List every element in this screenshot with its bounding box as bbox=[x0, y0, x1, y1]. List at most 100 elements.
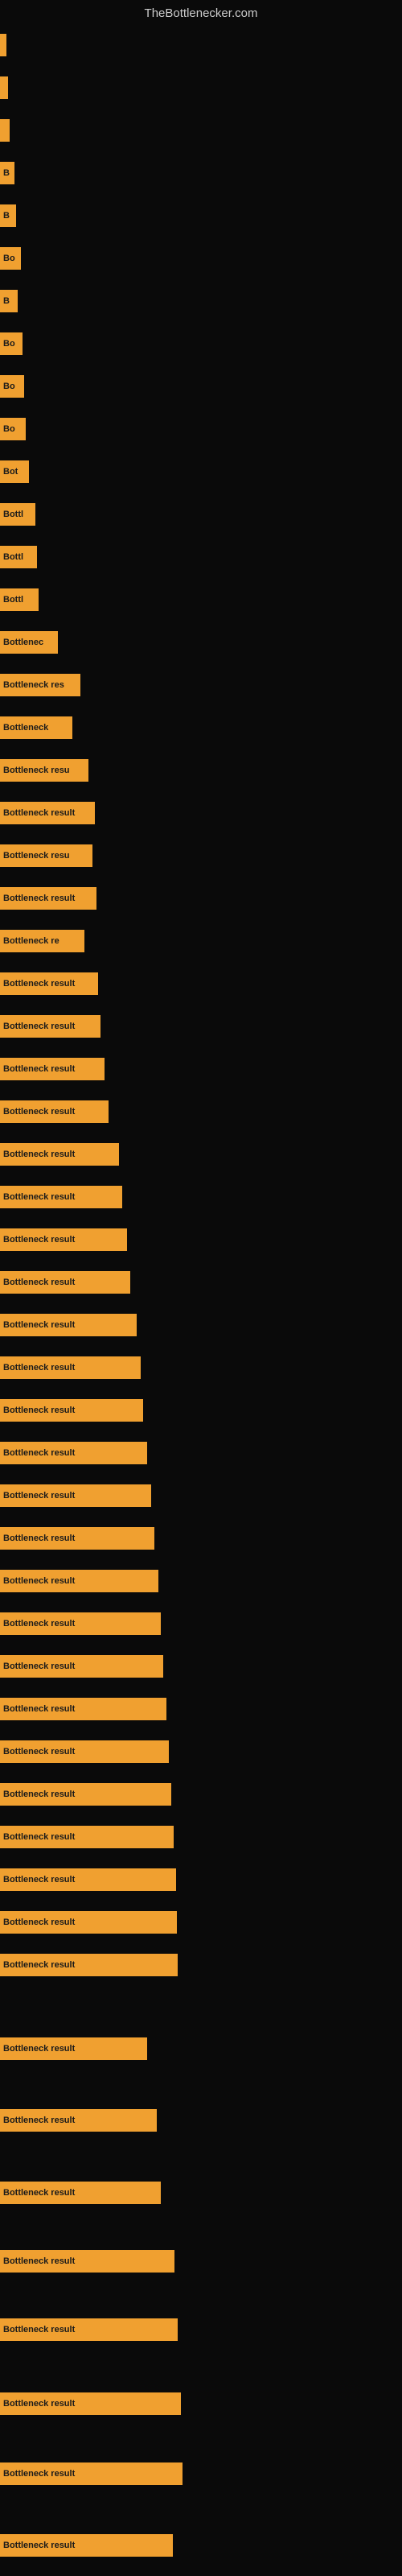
bar-label: B bbox=[3, 211, 10, 221]
bar-label: B bbox=[3, 296, 10, 306]
bar-item: Bottleneck result bbox=[0, 1356, 141, 1379]
bar-label: Bottleneck result bbox=[3, 1534, 75, 1543]
bar-label: Bottleneck result bbox=[3, 1662, 75, 1671]
bar-item: Bottleneck result bbox=[0, 2318, 178, 2341]
bar-item: Bottl bbox=[0, 503, 35, 526]
bar-label: Bo bbox=[3, 424, 15, 434]
bar-item: Bot bbox=[0, 460, 29, 483]
bar-item bbox=[0, 34, 6, 56]
bar-item: Bottleneck result bbox=[0, 1911, 177, 1934]
bar-item: Bottleneck result bbox=[0, 1314, 137, 1336]
bar-label: Bottleneck resu bbox=[3, 851, 70, 861]
bar-item: B bbox=[0, 204, 16, 227]
bar-item: Bottleneck result bbox=[0, 2462, 183, 2485]
bar-label: Bottleneck result bbox=[3, 1192, 75, 1202]
bar-item: Bottleneck result bbox=[0, 1954, 178, 1976]
bar-item: Bottleneck result bbox=[0, 1015, 100, 1038]
bar-item: Bottleneck result bbox=[0, 1868, 176, 1891]
bar-label: Bottlenec bbox=[3, 638, 43, 647]
bar-label: Bottleneck result bbox=[3, 894, 75, 903]
bar-label: Bo bbox=[3, 254, 15, 263]
bar-item: Bottleneck result bbox=[0, 1484, 151, 1507]
bar-label: Bottleneck result bbox=[3, 1704, 75, 1714]
bar-item: Bottl bbox=[0, 546, 37, 568]
bar-label: Bo bbox=[3, 382, 15, 391]
bar-item: Bo bbox=[0, 418, 26, 440]
bar-label: B bbox=[3, 168, 10, 178]
bar-item: Bottleneck result bbox=[0, 1186, 122, 1208]
bar-item: Bottleneck result bbox=[0, 1143, 119, 1166]
bar-item: Bottleneck result bbox=[0, 1100, 109, 1123]
bar-label: Bottleneck result bbox=[3, 2469, 75, 2479]
bar-label: Bottleneck result bbox=[3, 808, 75, 818]
bar-label: Bottleneck result bbox=[3, 1150, 75, 1159]
bar-item: Bottleneck result bbox=[0, 802, 95, 824]
bar-label: Bottleneck result bbox=[3, 1278, 75, 1287]
bar-label: Bo bbox=[3, 339, 15, 349]
bar-label: Bottleneck result bbox=[3, 1832, 75, 1842]
bar-item: Bottleneck resu bbox=[0, 759, 88, 782]
bar-item: Bottlenec bbox=[0, 631, 58, 654]
bar-item: Bottleneck result bbox=[0, 1740, 169, 1763]
site-title: TheBottlenecker.com bbox=[145, 6, 258, 20]
bar-label: Bottleneck result bbox=[3, 1875, 75, 1885]
bar-item: Bottleneck re bbox=[0, 930, 84, 952]
bar-item: Bottleneck result bbox=[0, 1442, 147, 1464]
bar-item: Bottleneck result bbox=[0, 887, 96, 910]
bar-label: Bottleneck re bbox=[3, 936, 59, 946]
bar-label: Bottleneck result bbox=[3, 2399, 75, 2409]
bar-item: Bottleneck result bbox=[0, 1826, 174, 1848]
bar-label: Bottleneck result bbox=[3, 2541, 75, 2550]
bar-label: Bottleneck result bbox=[3, 1448, 75, 1458]
bar-item: Bottleneck result bbox=[0, 1612, 161, 1635]
bar-item: Bottleneck result bbox=[0, 2182, 161, 2204]
bar-item: Bottleneck result bbox=[0, 1698, 166, 1720]
bar-item bbox=[0, 119, 10, 142]
bar-label: Bottleneck result bbox=[3, 2256, 75, 2266]
bar-label: Bottleneck result bbox=[3, 1619, 75, 1629]
bar-item: Bo bbox=[0, 375, 24, 398]
bar-item: Bottleneck result bbox=[0, 2392, 181, 2415]
bar-label: Bottleneck result bbox=[3, 1022, 75, 1031]
bar-item: Bottleneck result bbox=[0, 1655, 163, 1678]
bar-item: Bottleneck result bbox=[0, 1058, 105, 1080]
bar-item: Bottleneck result bbox=[0, 1271, 130, 1294]
bar-item: Bottleneck result bbox=[0, 1570, 158, 1592]
bar-item bbox=[0, 76, 8, 99]
bar-label: Bottleneck result bbox=[3, 1747, 75, 1757]
bar-label: Bottleneck result bbox=[3, 1790, 75, 1799]
bar-label: Bottleneck result bbox=[3, 979, 75, 989]
bar-label: Bottleneck result bbox=[3, 1491, 75, 1501]
bar-label: Bottleneck res bbox=[3, 680, 64, 690]
bar-label: Bottleneck result bbox=[3, 1064, 75, 1074]
bar-item: Bottleneck result bbox=[0, 1527, 154, 1550]
bar-item: Bottleneck resu bbox=[0, 844, 92, 867]
bar-item: Bottleneck result bbox=[0, 2109, 157, 2132]
bar-item: Bottleneck res bbox=[0, 674, 80, 696]
bar-label: Bottleneck result bbox=[3, 2116, 75, 2125]
bar-label: Bottleneck result bbox=[3, 1918, 75, 1927]
bar-label: Bottleneck result bbox=[3, 1406, 75, 1415]
bar-item: Bottl bbox=[0, 588, 39, 611]
bar-item: Bottleneck result bbox=[0, 1783, 171, 1806]
bar-item: Bottleneck result bbox=[0, 2250, 174, 2273]
bar-label: Bottleneck result bbox=[3, 2044, 75, 2054]
bar-item: Bottleneck result bbox=[0, 1228, 127, 1251]
bar-item: B bbox=[0, 162, 14, 184]
bar-label: Bottl bbox=[3, 552, 23, 562]
bar-label: Bottleneck resu bbox=[3, 766, 70, 775]
bar-label: Bottleneck bbox=[3, 723, 48, 733]
bar-item: Bottleneck bbox=[0, 716, 72, 739]
bar-label: Bottleneck result bbox=[3, 1576, 75, 1586]
bar-item: Bottleneck result bbox=[0, 972, 98, 995]
bar-label: Bottleneck result bbox=[3, 1235, 75, 1245]
bar-label: Bottleneck result bbox=[3, 1363, 75, 1373]
bar-label: Bottleneck result bbox=[3, 1320, 75, 1330]
bar-item: B bbox=[0, 290, 18, 312]
bar-item: Bottleneck result bbox=[0, 1399, 143, 1422]
bar-item: Bottleneck result bbox=[0, 2534, 173, 2557]
bar-item: Bo bbox=[0, 332, 23, 355]
bar-label: Bottleneck result bbox=[3, 1107, 75, 1117]
bar-label: Bottl bbox=[3, 510, 23, 519]
bar-item: Bottleneck result bbox=[0, 2037, 147, 2060]
